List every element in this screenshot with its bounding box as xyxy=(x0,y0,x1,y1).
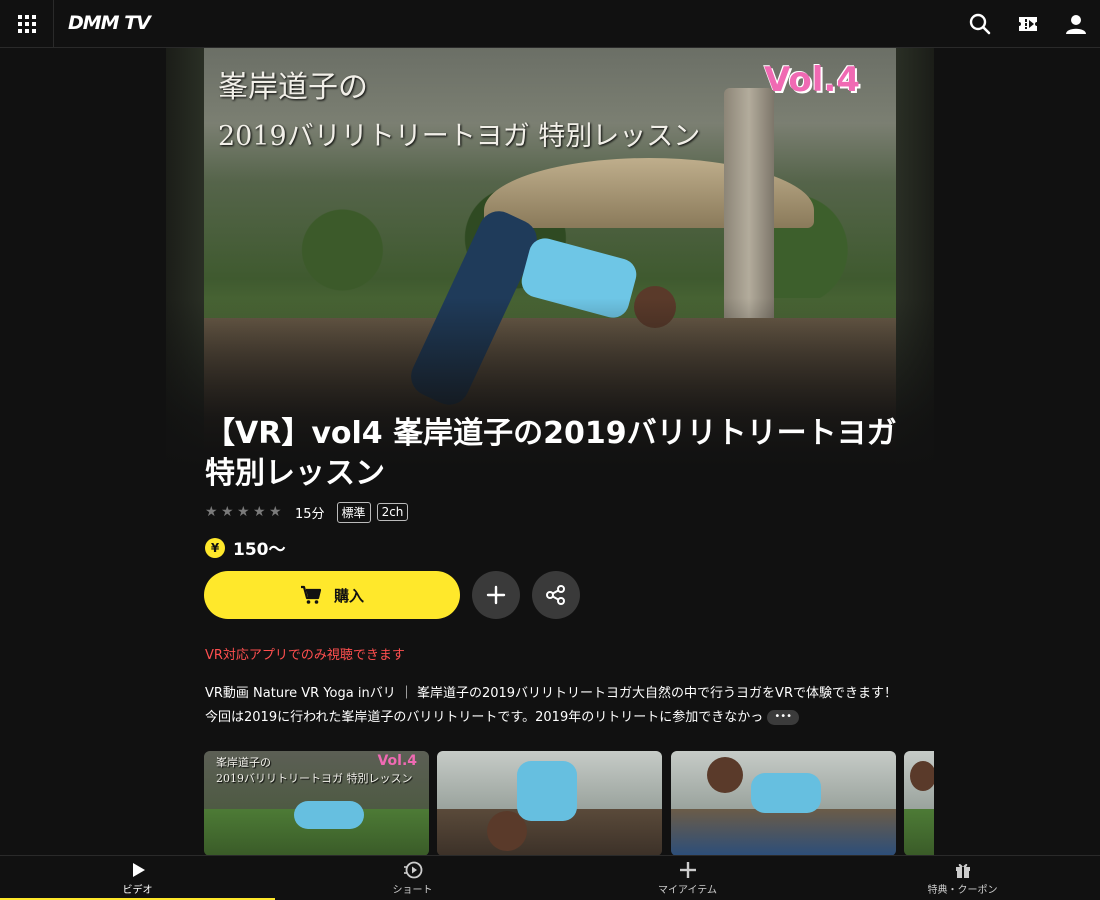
share-button[interactable] xyxy=(532,571,580,619)
bottom-navigation: ビデオ ショート マイアイテム 特典・クーポン xyxy=(0,855,1100,900)
play-icon xyxy=(132,863,145,877)
buy-button[interactable]: 購入 xyxy=(204,571,460,619)
more-button[interactable]: ••• xyxy=(767,710,800,725)
sample-thumbnail[interactable]: 峯岸道子の 2019バリリトリートヨガ 特別レッスン Vol.4 xyxy=(204,751,429,856)
price-value: 150〜 xyxy=(233,540,286,560)
grid-menu-icon xyxy=(17,15,36,33)
plus-icon xyxy=(679,862,696,878)
nav-my-items[interactable]: マイアイテム xyxy=(550,856,825,900)
nav-short[interactable]: ショート xyxy=(275,856,550,900)
short-play-icon xyxy=(403,861,422,879)
hero-vol-badge: Vol.4 xyxy=(763,60,860,100)
ticket-icon[interactable] xyxy=(1016,12,1040,36)
cart-icon xyxy=(300,585,322,604)
yen-icon: ¥ xyxy=(205,537,225,558)
nav-short-label: ショート xyxy=(392,885,433,896)
top-header: DMM TV xyxy=(0,0,1100,48)
nav-my-items-label: マイアイテム xyxy=(658,885,717,896)
sample-thumbnail[interactable] xyxy=(904,751,934,856)
hero-overlay-line1: 峯岸道子の xyxy=(218,70,368,105)
hero-overlay-line2: 2019バリリトリートヨガ 特別レッスン xyxy=(218,121,701,152)
audio-tag: 2ch xyxy=(376,503,409,521)
nav-rewards-coupons[interactable]: 特典・クーポン xyxy=(825,856,1100,900)
hero-key-visual: 峯岸道子の 2019バリリトリートヨガ 特別レッスン Vol.4 xyxy=(166,48,934,468)
menu-button[interactable] xyxy=(0,0,54,48)
search-icon[interactable] xyxy=(968,12,992,36)
vr-only-note: VR対応アプリでのみ視聴できます xyxy=(205,648,405,663)
quality-tag: 標準 xyxy=(336,501,371,523)
star-icon: ★ xyxy=(269,504,282,520)
add-to-list-button[interactable] xyxy=(472,571,520,619)
buy-button-label: 購入 xyxy=(333,586,364,605)
sample-thumbnail[interactable] xyxy=(671,751,896,856)
rating-stars: ★ ★ ★ ★ ★ xyxy=(205,505,283,519)
content-meta: ★ ★ ★ ★ ★ 15分 標準 2ch xyxy=(205,501,409,523)
duration: 15分 xyxy=(295,506,325,522)
nav-rewards-label: 特典・クーポン xyxy=(927,885,998,896)
thumbnail-line2: 2019バリリトリートヨガ 特別レッスン xyxy=(216,772,413,785)
price: ¥ 150〜 xyxy=(205,535,286,560)
sample-thumbnails: 峯岸道子の 2019バリリトリートヨガ 特別レッスン Vol.4 xyxy=(204,751,934,856)
hero-title-overlay: 峯岸道子の 2019バリリトリートヨガ 特別レッスン xyxy=(218,62,700,153)
star-icon: ★ xyxy=(237,504,250,520)
nav-video-label: ビデオ xyxy=(122,885,153,896)
star-icon: ★ xyxy=(205,504,218,520)
star-icon: ★ xyxy=(253,504,266,520)
share-icon xyxy=(546,585,565,605)
content-title: 【VR】vol4 峯岸道子の2019バリリトリートヨガ 特別レッスン xyxy=(205,416,897,491)
star-icon: ★ xyxy=(221,504,234,520)
gift-icon xyxy=(955,863,970,878)
thumbnail-vol-badge: Vol.4 xyxy=(377,753,417,769)
plus-icon xyxy=(486,585,506,605)
nav-video[interactable]: ビデオ xyxy=(0,856,275,900)
user-icon[interactable] xyxy=(1064,12,1088,36)
sample-thumbnail[interactable] xyxy=(437,751,662,856)
dmm-tv-logo[interactable]: DMM TV xyxy=(68,12,151,34)
description: VR動画 Nature VR Yoga inバリ ｜ 峯岸道子の2019バリリト… xyxy=(205,682,905,730)
